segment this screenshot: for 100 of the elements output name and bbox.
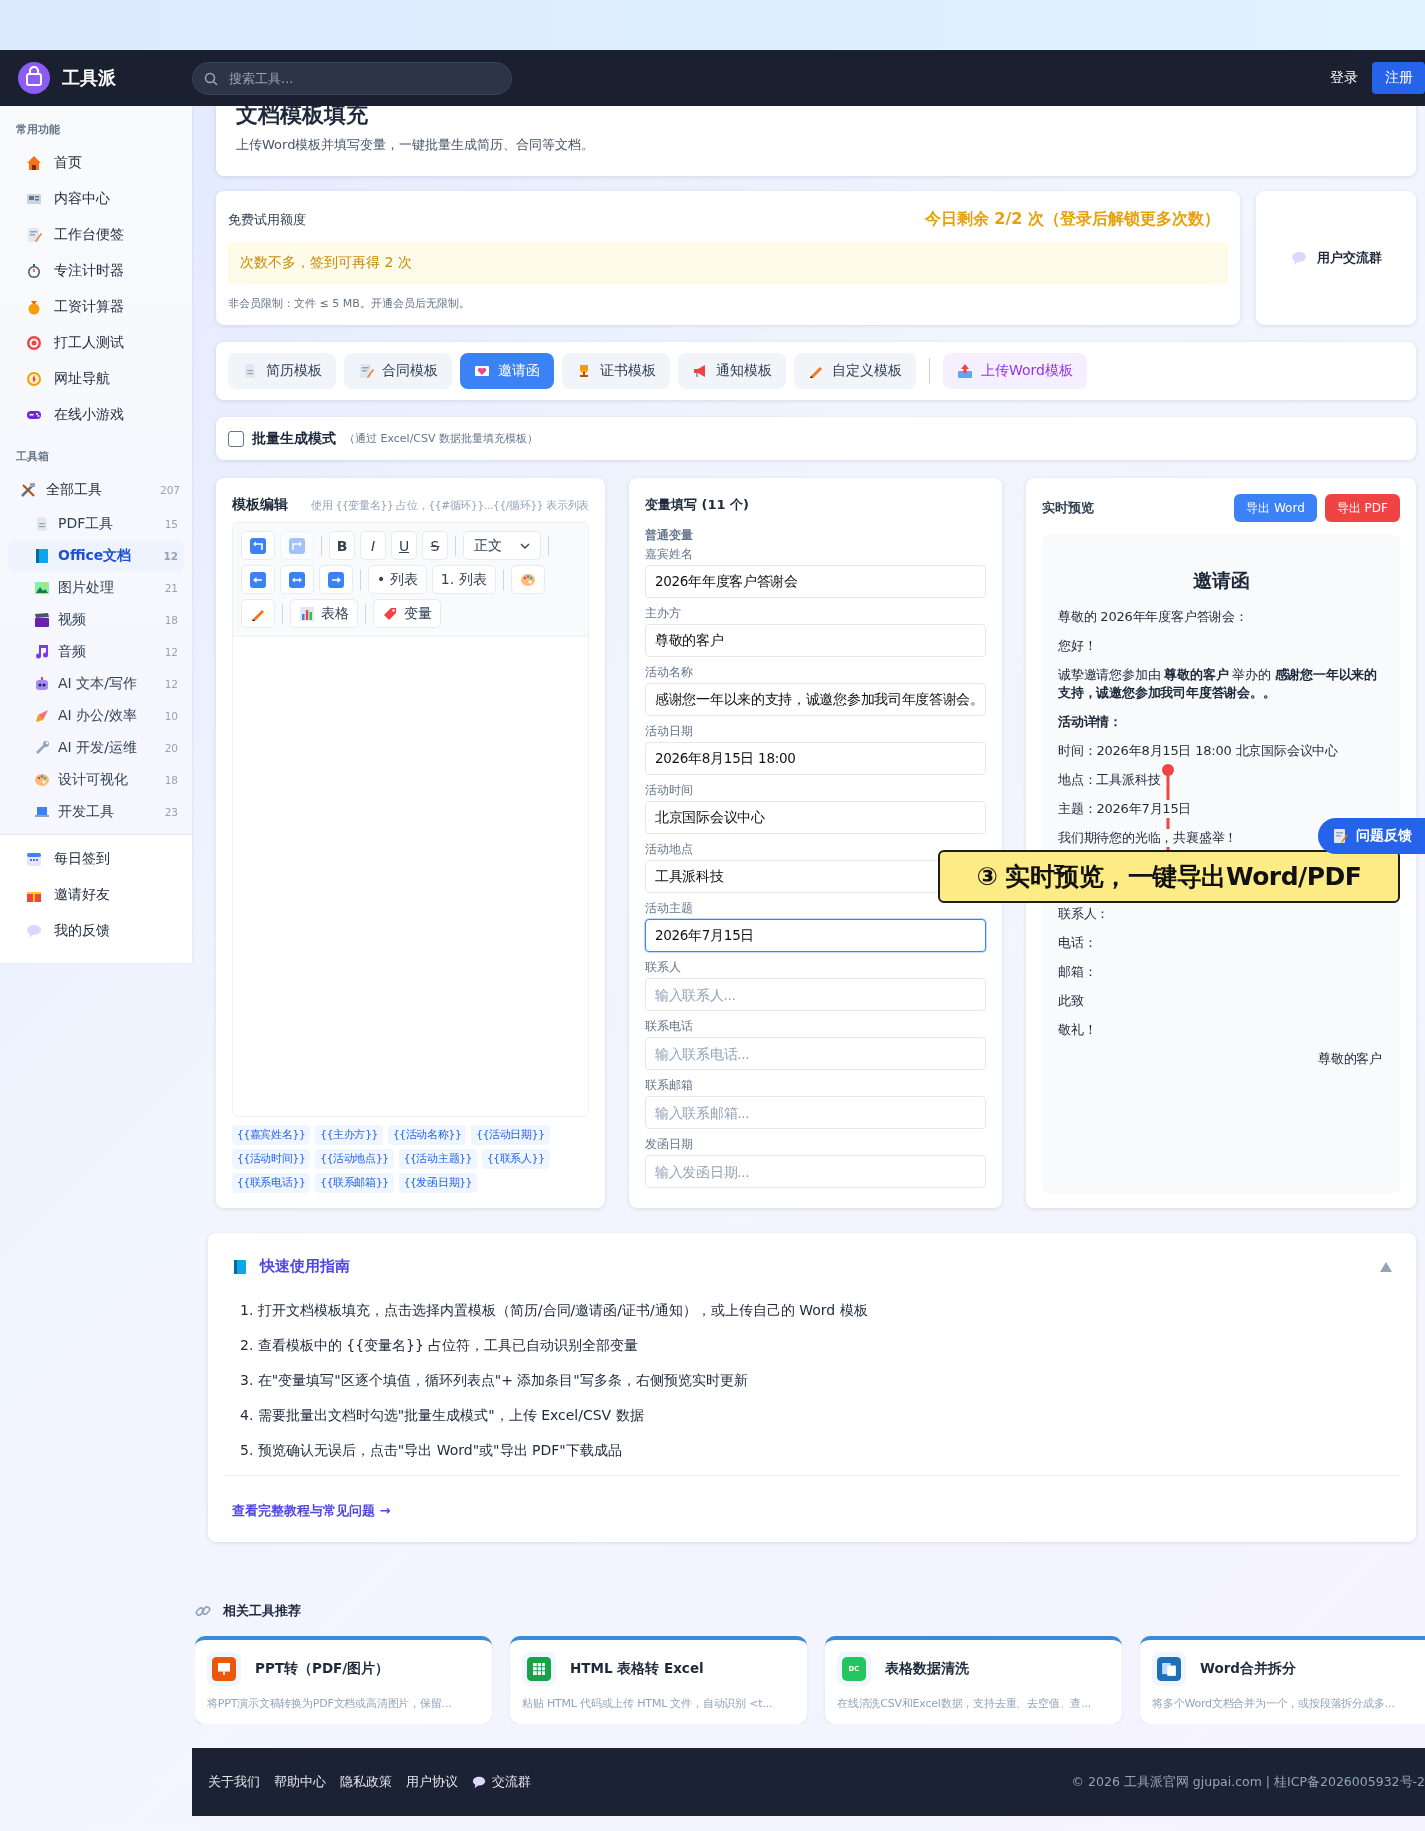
- batch-mode-hint: （通过 Excel/CSV 数据批量填充模板）: [344, 431, 539, 446]
- text-field[interactable]: 2026年7月15日: [645, 919, 986, 952]
- variable-tag[interactable]: {{联系电话}}: [232, 1173, 311, 1193]
- format-button[interactable]: U: [391, 531, 417, 560]
- toolbar-button[interactable]: 变量: [373, 599, 441, 628]
- list-button[interactable]: 1. 列表: [431, 565, 496, 594]
- format-button[interactable]: I: [360, 531, 386, 560]
- style-dropdown[interactable]: 正文: [463, 531, 541, 560]
- tool-card[interactable]: PPT转（PDF/图片） 将PPT演示文稿转换为PDF文档或高清图片，保留...: [195, 1636, 492, 1724]
- export-button[interactable]: 导出 PDF: [1324, 494, 1400, 522]
- text-field[interactable]: 2026年年度客户答谢会: [645, 565, 986, 598]
- community-card[interactable]: 用户交流群: [1256, 191, 1416, 325]
- template-tab[interactable]: 简历模板: [228, 353, 336, 389]
- field-label: 嘉宾姓名: [645, 547, 694, 562]
- sidebar-item[interactable]: 打工人测试: [8, 325, 184, 361]
- collapse-toggle[interactable]: [1380, 1261, 1392, 1272]
- tool-description: 在线清洗CSV和Excel数据，支持去重、去空值、查...: [837, 1696, 1093, 1711]
- register-button[interactable]: 注册: [1372, 62, 1425, 94]
- footer-link[interactable]: 交流群: [472, 1773, 531, 1791]
- variable-tag[interactable]: {{活动名称}}: [387, 1125, 467, 1145]
- text-field[interactable]: 北京国际会议中心: [645, 801, 986, 834]
- tool-card[interactable]: HTML 表格转 Excel 粘贴 HTML 代码或上传 HTML 文件，自动识别 <t...: [510, 1636, 807, 1724]
- footer-link[interactable]: 用户协议: [406, 1773, 458, 1791]
- toolbar-button[interactable]: [510, 565, 545, 594]
- variable-tag[interactable]: {{发函日期}}: [398, 1173, 477, 1193]
- text-field[interactable]: 输入发函日期...: [645, 1155, 986, 1188]
- tree-item[interactable]: 音频 12: [8, 636, 184, 668]
- tag-icon: [382, 605, 398, 622]
- text-field[interactable]: 感谢您一年以来的支持，诚邀您参加我司年度答谢会。: [645, 683, 986, 716]
- memo-icon: [358, 363, 374, 379]
- spreadsheet-icon: [527, 1657, 551, 1681]
- text-field[interactable]: 2026年8月15日 18:00: [645, 742, 986, 775]
- tool-name: HTML 表格转 Excel: [570, 1660, 704, 1678]
- template-tab[interactable]: 合同模板: [344, 353, 452, 389]
- search-field[interactable]: 搜索工具...: [192, 61, 512, 95]
- guide-step: 1. 打开文档模板填充，点击选择内置模板（简历/合同/邀请函/证书/通知），或上传自己的 Word 模板: [240, 1300, 1384, 1320]
- footer-link[interactable]: 隐私政策: [340, 1773, 392, 1791]
- sidebar-item[interactable]: 每日签到: [8, 841, 184, 877]
- quota-notice: 次数不多，签到可再得 2 次: [228, 242, 1228, 284]
- text-field[interactable]: 输入联系人...: [645, 978, 986, 1011]
- sidebar-item[interactable]: 网址导航: [8, 361, 184, 397]
- text-field[interactable]: 输入联系邮箱...: [645, 1096, 986, 1129]
- text-field[interactable]: 尊敬的客户: [645, 624, 986, 657]
- tutorial-link[interactable]: 查看完整教程与常见问题 →: [232, 1503, 391, 1518]
- sidebar-item[interactable]: 在线小游戏: [8, 397, 184, 433]
- tree-item[interactable]: AI 文本/写作 12: [8, 668, 184, 700]
- template-tab[interactable]: 自定义模板: [794, 353, 916, 389]
- variable-tag[interactable]: {{活动时间}}: [232, 1149, 311, 1169]
- tree-item[interactable]: Office文档 12: [8, 540, 184, 572]
- sidebar-item[interactable]: 我的反馈: [8, 913, 184, 949]
- sidebar-item[interactable]: 工资计算器: [8, 289, 184, 325]
- variable-tag[interactable]: {{活动地点}}: [315, 1149, 394, 1169]
- tree-item[interactable]: 设计可视化 18: [8, 764, 184, 796]
- document-text: 时间：2026年8月15日 18:00 北京国际会议中心: [1058, 742, 1339, 760]
- checkbox[interactable]: [228, 430, 244, 447]
- variable-tag[interactable]: {{活动主题}}: [398, 1149, 477, 1169]
- tool-card[interactable]: Word合并拆分 将多个Word文档合并为一个，或按段落拆分成多...: [1140, 1636, 1425, 1724]
- page-subtitle: 上传Word模板并填写变量，一键批量生成简历、合同等文档。: [236, 136, 596, 154]
- sidebar-item[interactable]: 工作台便签: [8, 217, 184, 253]
- toolbar-button[interactable]: [241, 531, 275, 560]
- text-field[interactable]: 输入联系电话...: [645, 1037, 986, 1070]
- format-button[interactable]: S: [422, 531, 448, 560]
- logo-icon: [18, 62, 50, 94]
- upload-template-button[interactable]: 上传Word模板: [943, 353, 1087, 389]
- field-label: 活动主题: [645, 901, 694, 916]
- tree-item[interactable]: 图片处理 21: [8, 572, 184, 604]
- template-tab[interactable]: 通知模板: [678, 353, 786, 389]
- login-link[interactable]: 登录: [1330, 69, 1358, 87]
- sidebar-item[interactable]: 内容中心: [8, 181, 184, 217]
- toolbar-button[interactable]: [241, 565, 275, 594]
- document-icon: [34, 516, 50, 532]
- list-button[interactable]: • 列表: [368, 565, 427, 594]
- template-tab[interactable]: 邀请函: [460, 353, 554, 389]
- export-button[interactable]: 导出 Word: [1234, 494, 1317, 522]
- tree-item[interactable]: AI 办公/效率 10: [8, 700, 184, 732]
- variable-tag[interactable]: {{主办方}}: [315, 1125, 383, 1145]
- toolbar-button[interactable]: [241, 599, 275, 628]
- sidebar-item[interactable]: 首页: [8, 145, 184, 181]
- toolbar-button[interactable]: 表格: [290, 599, 358, 628]
- sidebar-item[interactable]: 专注计时器: [8, 253, 184, 289]
- footer-link[interactable]: 帮助中心: [274, 1773, 326, 1791]
- tree-item[interactable]: 全部工具 207: [8, 472, 184, 508]
- rocket-icon: [34, 708, 50, 724]
- toolbar-button[interactable]: [280, 565, 314, 594]
- variable-tag[interactable]: {{活动日期}}: [471, 1125, 550, 1145]
- sidebar-item[interactable]: 邀请好友: [8, 877, 184, 913]
- tree-item[interactable]: 视频 18: [8, 604, 184, 636]
- field-label: 联系人: [645, 960, 682, 975]
- variable-tag[interactable]: {{联系邮箱}}: [315, 1173, 394, 1193]
- speech-bubble-icon: [26, 923, 42, 939]
- tree-item[interactable]: 开发工具 23: [8, 796, 184, 828]
- template-tab[interactable]: 证书模板: [562, 353, 670, 389]
- format-button[interactable]: B: [329, 531, 355, 560]
- tree-item[interactable]: PDF工具 15: [8, 508, 184, 540]
- footer-link[interactable]: 关于我们: [208, 1773, 260, 1791]
- toolbar-button[interactable]: [319, 565, 353, 594]
- variable-tag[interactable]: {{嘉宾姓名}}: [232, 1125, 311, 1145]
- feedback-button[interactable]: 问题反馈: [1318, 818, 1425, 854]
- tree-item[interactable]: AI 开发/运维 20: [8, 732, 184, 764]
- variable-tag[interactable]: {{联系人}}: [482, 1149, 550, 1169]
